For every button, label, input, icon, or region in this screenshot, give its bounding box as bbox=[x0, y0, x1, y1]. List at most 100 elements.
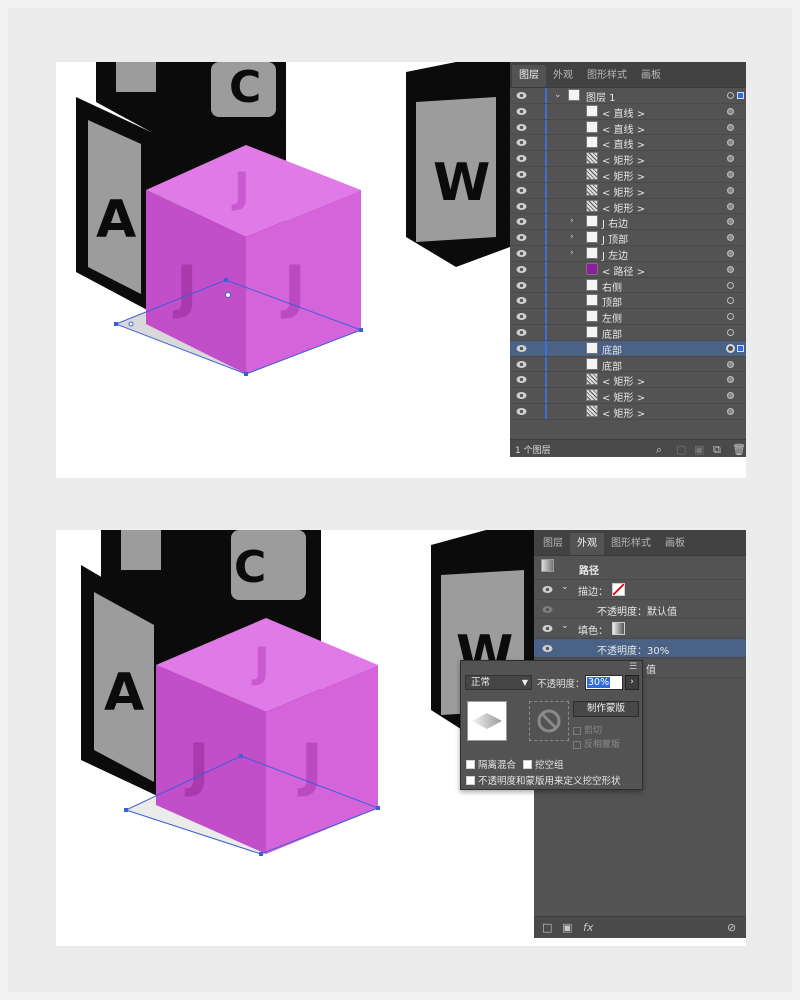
layer-row[interactable]: < 直线 > bbox=[510, 119, 746, 136]
make-mask-button[interactable]: 制作蒙版 bbox=[573, 701, 639, 717]
eye-icon[interactable] bbox=[542, 624, 553, 633]
eye-icon[interactable] bbox=[516, 375, 527, 384]
item-name[interactable]: 底部 bbox=[602, 326, 622, 341]
item-name[interactable]: 底部 bbox=[602, 342, 622, 357]
target-icon[interactable] bbox=[727, 218, 734, 226]
eye-icon[interactable] bbox=[542, 585, 553, 594]
target-icon[interactable] bbox=[727, 249, 734, 257]
layer-name[interactable]: 图层 1 bbox=[586, 89, 616, 104]
tab-layers[interactable]: 图层 bbox=[512, 65, 546, 87]
target-icon[interactable] bbox=[727, 297, 734, 305]
eye-icon[interactable] bbox=[516, 328, 527, 337]
layer-row[interactable]: › J 右边 bbox=[510, 214, 746, 230]
layer-row-top[interactable]: ⌄ 图层 1 bbox=[510, 88, 746, 104]
target-icon[interactable] bbox=[727, 376, 734, 384]
target-icon[interactable] bbox=[727, 328, 734, 336]
target-icon[interactable] bbox=[727, 123, 734, 131]
item-name[interactable]: < 路径 > bbox=[602, 263, 645, 278]
eye-icon[interactable] bbox=[516, 312, 527, 321]
tab-graphic-styles-2[interactable]: 图形样式 bbox=[604, 533, 658, 555]
target-icon[interactable] bbox=[727, 234, 734, 242]
tab-artboards[interactable]: 画板 bbox=[634, 65, 668, 87]
target-icon[interactable] bbox=[726, 343, 735, 353]
target-icon[interactable] bbox=[727, 407, 734, 415]
add-fill-icon[interactable]: ▣ bbox=[562, 921, 572, 934]
tab-appearance-2[interactable]: 外观 bbox=[570, 533, 604, 555]
make-clipping-mask-icon[interactable]: ▣ bbox=[694, 443, 704, 456]
search-icon[interactable]: ⌕ bbox=[656, 443, 662, 457]
layer-row[interactable]: < 矩形 > bbox=[510, 182, 746, 199]
layer-row[interactable]: < 矩形 > bbox=[510, 372, 746, 388]
target-icon[interactable] bbox=[727, 392, 734, 400]
eye-icon[interactable] bbox=[516, 217, 527, 226]
item-name[interactable]: < 矩形 > bbox=[602, 373, 645, 388]
item-name[interactable]: < 矩形 > bbox=[602, 200, 645, 215]
target-icon[interactable] bbox=[727, 155, 734, 163]
item-name[interactable]: 底部 bbox=[602, 358, 622, 373]
stroke-opacity-row[interactable]: 不透明度：默认值 bbox=[534, 600, 746, 619]
selection-indicator[interactable] bbox=[737, 92, 744, 99]
chevron-down-icon[interactable]: ⌄ bbox=[561, 582, 569, 592]
target-icon[interactable] bbox=[727, 313, 734, 321]
layer-row[interactable]: < 矩形 > bbox=[510, 198, 746, 215]
target-icon[interactable] bbox=[727, 281, 734, 289]
item-name[interactable]: J 左边 bbox=[602, 247, 628, 262]
layer-row[interactable]: < 直线 > bbox=[510, 103, 746, 120]
layer-row[interactable]: < 路径 > bbox=[510, 261, 746, 278]
eye-icon[interactable] bbox=[516, 186, 527, 195]
isolate-blending-checkbox[interactable]: 隔离混合 bbox=[466, 757, 516, 771]
layer-row[interactable]: < 矩形 > bbox=[510, 403, 746, 420]
item-name[interactable]: < 直线 > bbox=[602, 105, 645, 120]
chevron-right-icon[interactable]: › bbox=[570, 216, 574, 226]
eye-icon[interactable] bbox=[516, 91, 527, 100]
target-icon[interactable] bbox=[727, 360, 734, 368]
item-name[interactable]: < 直线 > bbox=[602, 136, 645, 151]
tab-graphic-styles[interactable]: 图形样式 bbox=[580, 65, 634, 87]
fx-icon[interactable]: fx bbox=[583, 921, 593, 934]
layer-row[interactable]: 底部 bbox=[510, 340, 746, 357]
item-name[interactable]: < 矩形 > bbox=[602, 405, 645, 420]
target-icon[interactable] bbox=[727, 186, 734, 194]
item-name[interactable]: < 矩形 > bbox=[602, 184, 645, 199]
layer-row[interactable]: < 直线 > bbox=[510, 135, 746, 151]
tab-layers-2[interactable]: 图层 bbox=[536, 533, 570, 555]
eye-icon[interactable] bbox=[516, 407, 527, 416]
add-stroke-icon[interactable]: □ bbox=[542, 921, 552, 934]
item-name[interactable]: 左侧 bbox=[602, 310, 622, 325]
eye-icon[interactable] bbox=[516, 265, 527, 274]
stroke-swatch[interactable] bbox=[612, 583, 625, 596]
eye-icon[interactable] bbox=[516, 360, 527, 369]
item-name[interactable]: J 右边 bbox=[602, 215, 628, 230]
layer-row[interactable]: 右侧 bbox=[510, 277, 746, 294]
layer-row[interactable]: › J 顶部 bbox=[510, 230, 746, 246]
item-name[interactable]: < 直线 > bbox=[602, 121, 645, 136]
eye-icon[interactable] bbox=[516, 296, 527, 305]
chevron-down-icon[interactable]: ⌄ bbox=[561, 621, 569, 631]
eye-icon[interactable] bbox=[516, 233, 527, 242]
fill-swatch[interactable] bbox=[612, 622, 625, 635]
clear-appearance-icon[interactable]: ⊘ bbox=[727, 921, 736, 934]
chevron-down-icon[interactable]: ⌄ bbox=[554, 90, 562, 100]
blend-mode-select[interactable]: 正常 ▼ bbox=[465, 675, 532, 690]
chevron-right-icon[interactable]: › bbox=[570, 248, 574, 258]
layer-row[interactable]: › J 左边 bbox=[510, 245, 746, 262]
target-icon[interactable] bbox=[727, 139, 734, 147]
eye-icon[interactable] bbox=[542, 605, 553, 614]
opacity-mask-knockout-checkbox[interactable]: 不透明度和蒙版用来定义挖空形状 bbox=[466, 773, 621, 787]
eye-icon[interactable] bbox=[516, 202, 527, 211]
layer-row[interactable]: < 矩形 > bbox=[510, 166, 746, 183]
eye-icon[interactable] bbox=[516, 107, 527, 116]
fill-opacity-link[interactable]: 不透明度：30% bbox=[597, 642, 669, 657]
tab-appearance[interactable]: 外观 bbox=[546, 65, 580, 87]
layer-row[interactable]: 底部 bbox=[510, 324, 746, 341]
layer-row[interactable]: 底部 bbox=[510, 356, 746, 373]
opacity-input[interactable]: 30% bbox=[585, 675, 623, 690]
item-name[interactable]: < 矩形 > bbox=[602, 168, 645, 183]
layer-row[interactable]: < 矩形 > bbox=[510, 151, 746, 167]
item-name[interactable]: 右侧 bbox=[602, 279, 622, 294]
collect-export-icon[interactable]: ▢ bbox=[676, 443, 686, 456]
fill-opacity-row[interactable]: 不透明度：30% bbox=[534, 638, 746, 658]
eye-icon[interactable] bbox=[516, 170, 527, 179]
item-name[interactable]: J 顶部 bbox=[602, 231, 628, 246]
item-name[interactable]: < 矩形 > bbox=[602, 152, 645, 167]
